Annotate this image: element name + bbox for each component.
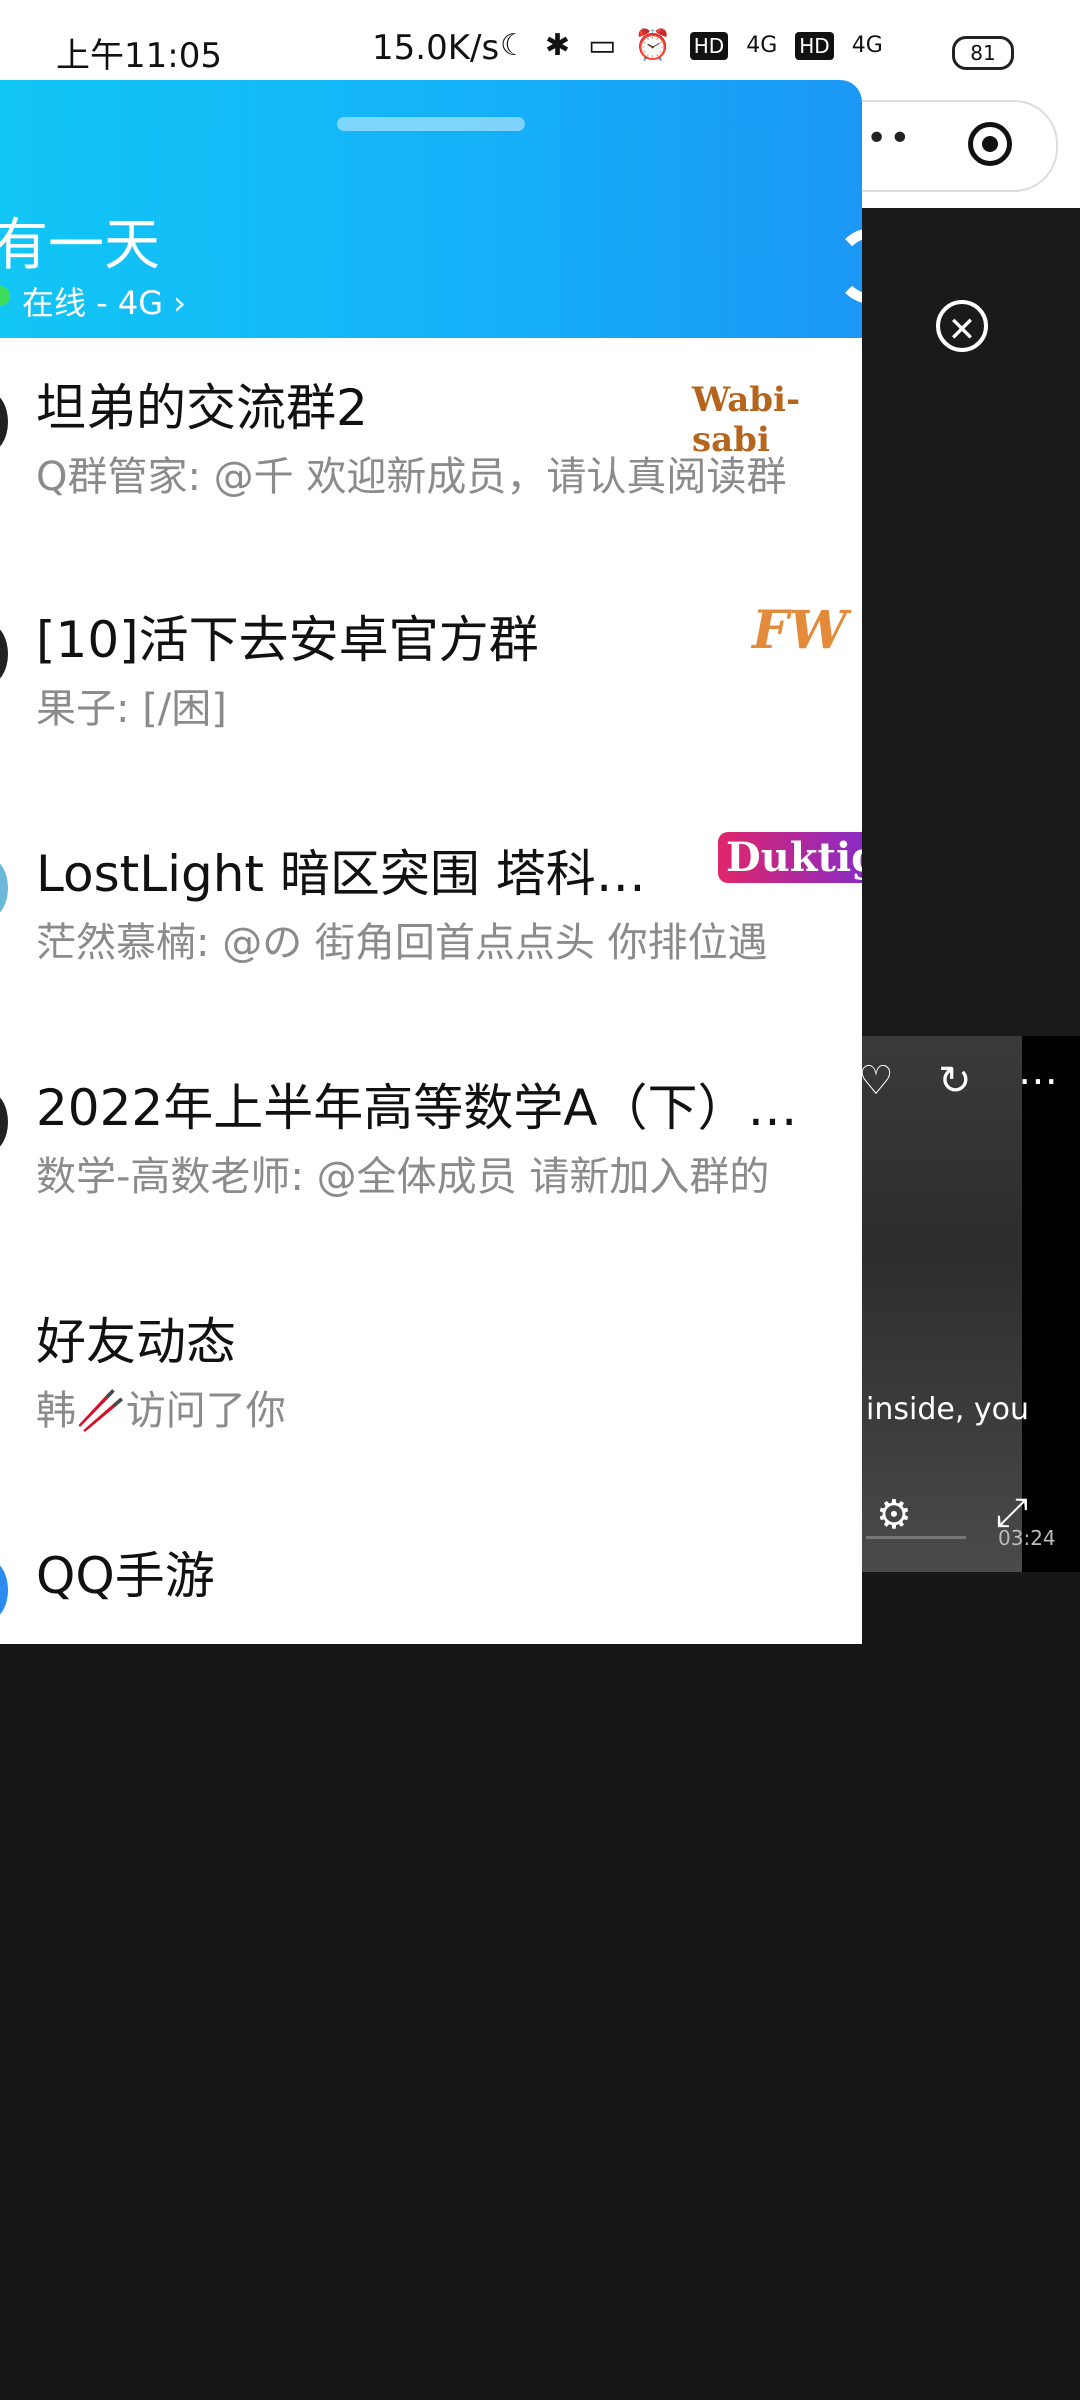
avatar (0, 1092, 8, 1152)
status-icons: ☾ ✱ ▭ ⏰ HD 4G HD 4G (500, 28, 883, 63)
bluetooth-icon: ✱ (544, 28, 571, 63)
list-item[interactable]: LostLight 暗区突围 塔科… Duktig 茫然慕楠: @の 街角回首点… (0, 806, 862, 1040)
vibrate-icon: ▭ (588, 28, 617, 63)
avatar (0, 858, 8, 918)
more-icon[interactable]: ⋯ (1018, 1058, 1058, 1104)
hd-icon: HD (795, 31, 834, 60)
chat-title: QQ手游 (36, 1547, 215, 1605)
alarm-icon: ⏰ (634, 28, 672, 63)
moon-icon: ☾ (500, 28, 527, 63)
group-badge-icon: FW (752, 600, 848, 661)
chat-last-message: 茫然慕楠: @の 街角回首点点头 你排位遇 (36, 920, 768, 966)
avatar (0, 624, 8, 684)
profile-name[interactable]: 有一天 (0, 200, 160, 281)
status-net-speed: 15.0K/s (372, 28, 500, 68)
heart-icon[interactable]: ♡ (858, 1058, 894, 1104)
list-item[interactable]: [10]活下去安卓官方群 FW 果子: [/困] (0, 572, 862, 806)
video-progress-bar[interactable] (866, 1536, 966, 1539)
status-time: 上午11:05 (56, 36, 222, 76)
chat-title: [10]活下去安卓官方群 (36, 611, 539, 669)
list-item[interactable]: QQ手游 (0, 1508, 862, 1644)
list-item[interactable]: 2022年上半年高等数学A（下）… 数学-高数老师: @全体成员 请新加入群的 (0, 1040, 862, 1274)
chat-last-message: 果子: [/困] (36, 686, 227, 732)
hd-icon: HD (689, 31, 729, 60)
close-target-icon[interactable] (968, 122, 1012, 166)
online-status-dot (0, 286, 10, 306)
drag-handle[interactable] (337, 117, 525, 131)
avatar (0, 392, 8, 452)
online-status[interactable]: 在线 - 4G › (22, 278, 186, 324)
chat-last-message: 韩🥢访问了你 (36, 1388, 286, 1434)
share-icon[interactable]: ↻ (938, 1058, 972, 1104)
avatar-ring-icon[interactable] (834, 228, 862, 304)
chevron-right-icon: › (173, 284, 187, 322)
chat-title: 好友动态 (36, 1313, 236, 1371)
close-icon[interactable]: ✕ (936, 300, 988, 352)
chat-title: LostLight 暗区突围 塔科… (36, 845, 646, 903)
video-side-bar (1022, 1036, 1080, 1572)
online-status-text: 在线 - 4G (22, 284, 164, 322)
video-time: 03:24 (998, 1526, 1056, 1550)
list-item[interactable]: 好友动态 韩🥢访问了你 (0, 1274, 862, 1508)
settings-gear-icon[interactable]: ⚙ (876, 1492, 912, 1538)
chat-last-message: Q群管家: @千 欢迎新成员，请认真阅读群 (36, 454, 787, 500)
video-caption: inside, you (866, 1392, 1030, 1427)
signal-icon: 4G (851, 33, 883, 58)
drawer-header: 有一天 在线 - 4G › (0, 80, 862, 338)
chat-title: 坦弟的交流群2 (36, 379, 368, 437)
chat-title: 2022年上半年高等数学A（下）… (36, 1079, 798, 1137)
signal-icon: 4G (746, 33, 778, 58)
avatar (0, 1560, 8, 1620)
battery-icon: 81 (952, 36, 1014, 70)
side-drawer: 有一天 在线 - 4G › 坦弟的交流群2 Wabi-sabi Q群管家: @千… (0, 80, 862, 1644)
more-dots-icon[interactable]: •• (866, 118, 912, 159)
group-badge-icon: Duktig (718, 832, 862, 883)
list-item[interactable]: 坦弟的交流群2 Wabi-sabi Q群管家: @千 欢迎新成员，请认真阅读群 (0, 338, 862, 572)
chat-last-message: 数学-高数老师: @全体成员 请新加入群的 (36, 1154, 770, 1200)
